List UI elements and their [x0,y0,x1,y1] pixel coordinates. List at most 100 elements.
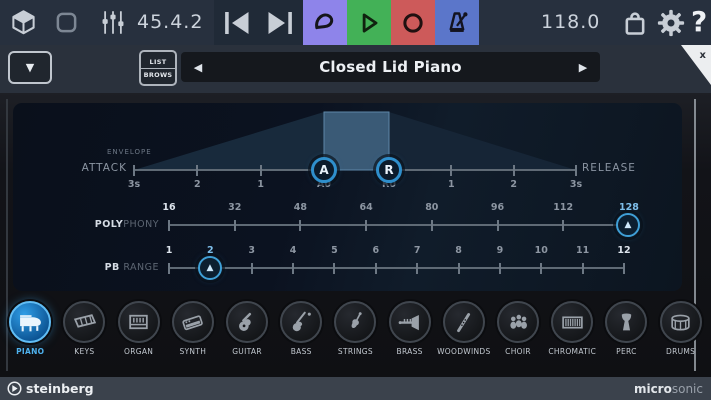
instrument-choir[interactable]: CHOIR [492,301,544,367]
record-icon [400,10,426,36]
tempo-display[interactable]: 118.0 [541,11,600,33]
tick-mark [513,165,515,176]
stop-square-icon[interactable] [55,11,78,34]
envelope-section-label: ENVELOPE [107,148,152,156]
instrument-label: CHOIR [505,347,531,356]
help-button[interactable]: ? [691,5,707,38]
tick-label: 1 [448,179,455,190]
instrument-keys[interactable]: KEYS [58,301,110,367]
instrument-label: STRINGS [338,347,373,356]
panel-dropdown-button[interactable]: ▼ [8,51,52,84]
release-knob[interactable]: R [376,157,402,183]
pb-range-ruler[interactable] [169,267,624,269]
tick-label: 8 [455,245,462,256]
instrument-label: PERC [616,347,637,356]
tick-label: 4 [290,245,297,256]
instrument-label: KEYS [74,347,94,356]
steinberg-brand: steinberg [7,381,94,396]
tick-mark [458,263,460,274]
settings-gear-icon[interactable] [656,8,686,38]
polyphony-ruler[interactable] [169,224,629,226]
close-button[interactable]: x [681,45,711,85]
instrument-piano[interactable]: PIANO [4,301,56,367]
tick-label: 3s [128,179,140,190]
device-panel: ENVELOPE ATTACK RELEASE 3s21A0 R0123s A … [0,93,711,377]
instrument-label: GUITAR [232,347,262,356]
attack-knob-letter: A [319,163,328,177]
tick-mark [497,220,499,231]
shop-bag-icon[interactable] [621,8,649,38]
tick-mark [416,263,418,274]
tick-label: 9 [497,245,504,256]
skip-back-icon[interactable] [221,10,254,36]
loop-button[interactable] [303,0,347,45]
tick-mark [196,165,198,176]
skip-forward-icon[interactable] [263,10,296,36]
play-button[interactable] [347,0,391,45]
guitar-icon [226,301,268,343]
instrument-organ[interactable]: ORGAN [113,301,165,367]
attack-ruler[interactable] [134,169,324,171]
song-position-display[interactable]: 45.4.2 [137,11,203,33]
record-button[interactable] [391,0,435,45]
brass-icon [389,301,431,343]
preset-selector: ◀ Closed Lid Piano ▶ [181,52,600,82]
tick-mark [168,263,170,274]
tick-label: 2 [194,179,201,190]
tick-label: 12 [617,245,630,256]
instrument-synth[interactable]: SYNTH [167,301,219,367]
instrument-guitar[interactable]: GUITAR [221,301,273,367]
grand-piano-icon [9,301,51,343]
tick-label: 11 [576,245,589,256]
tick-label: 16 [162,202,175,213]
list-browse-button[interactable]: LIST BROWS [139,50,177,86]
metronome-button[interactable] [435,0,479,45]
tick-label: 10 [535,245,548,256]
preset-next-icon[interactable]: ▶ [566,61,600,74]
release-label: RELEASE [582,162,636,174]
attack-knob[interactable]: A [311,157,337,183]
chevron-down-icon: ▼ [26,61,34,74]
tick-mark [299,220,301,231]
instrument-brass[interactable]: BRASS [384,301,436,367]
polyphony-label: POLYPHONY [59,219,159,230]
tick-label: 112 [553,202,573,213]
instrument-strings[interactable]: STRINGS [329,301,381,367]
footer-bar: steinberg microsonic [0,377,711,400]
tick-mark [431,220,433,231]
steinberg-logo-icon [7,381,22,396]
tick-mark [251,263,253,274]
pb-range-label: PB RANGE [59,262,159,273]
instrument-chromatic[interactable]: CHROMATIC [546,301,598,367]
tick-mark [499,263,501,274]
instrument-woodwinds[interactable]: WOODWINDS [438,301,490,367]
tick-label: 3s [570,179,582,190]
tick-label: 3 [248,245,255,256]
preset-prev-icon[interactable]: ◀ [181,61,215,74]
top-toolbar: 45.4.2 [0,0,711,45]
choir-icon [497,301,539,343]
preset-name[interactable]: Closed Lid Piano [215,58,566,76]
instrument-perc[interactable]: PERC [600,301,652,367]
tick-label: 7 [414,245,421,256]
instrument-label: WOODWINDS [437,347,490,356]
pb-range-handle[interactable]: ▲ [198,256,222,280]
tick-label: 128 [619,202,639,213]
polyphony-handle[interactable]: ▲ [616,213,640,237]
preset-bar: ▼ LIST BROWS ◀ Closed Lid Piano ▶ x [0,45,711,93]
attack-label: ATTACK [65,162,127,174]
instrument-category-row: PIANO KEYS ORGANSYNTH GUITAR BASS STRINGS BRAS… [2,301,709,367]
tick-label: 96 [491,202,504,213]
instrument-drums[interactable]: DRUMS [655,301,707,367]
instrument-label: CHROMATIC [548,347,596,356]
instrument-label: PIANO [16,347,44,356]
project-cube-icon[interactable] [10,9,37,36]
tick-label: 64 [359,202,372,213]
tick-mark [582,263,584,274]
microsonic-app: 45.4.2 [0,0,711,400]
browse-label-line1: LIST [141,58,175,66]
polyphony-label-dim: PHONY [123,219,159,230]
release-ruler[interactable] [389,169,576,171]
mixer-faders-icon[interactable] [99,9,127,36]
instrument-bass[interactable]: BASS [275,301,327,367]
